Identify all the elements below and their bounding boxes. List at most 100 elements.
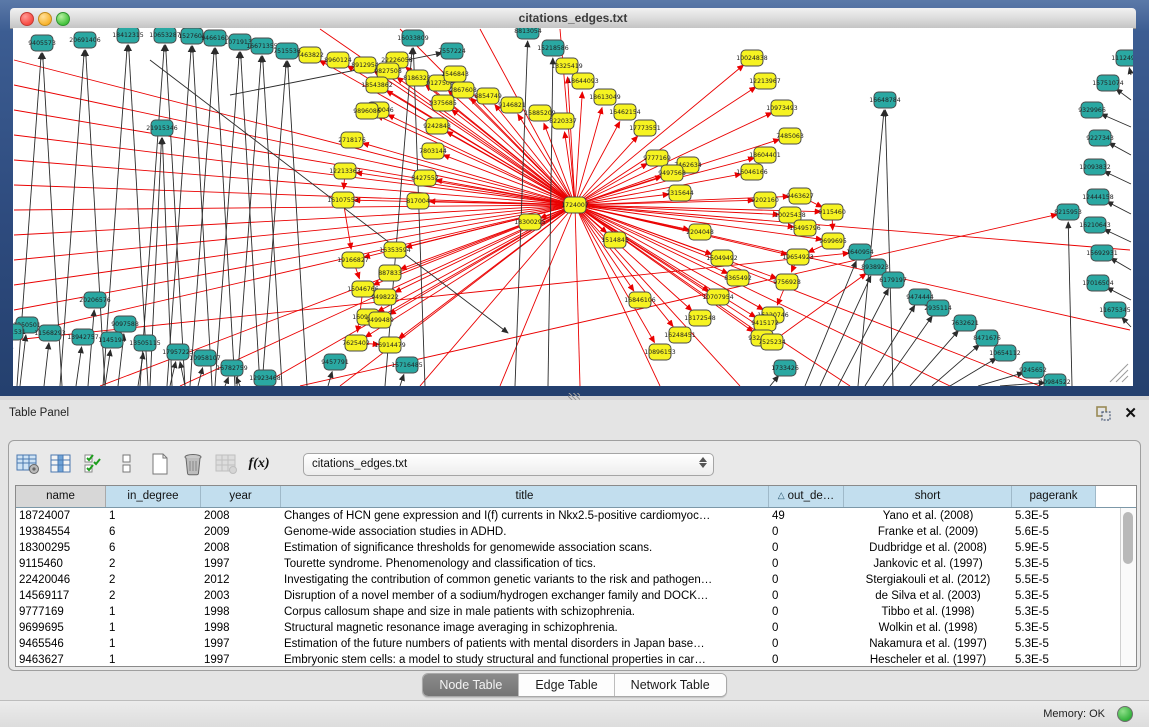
table-settings-icon[interactable] <box>15 451 41 477</box>
teal-node[interactable]: 18412315 <box>112 28 144 43</box>
black-edge[interactable] <box>1116 89 1131 100</box>
teal-node[interactable]: 8813054 <box>514 28 542 39</box>
tab-node-table[interactable]: Node Table <box>423 674 519 696</box>
black-edge[interactable] <box>385 48 412 386</box>
black-edge[interactable] <box>166 45 185 386</box>
black-edge[interactable] <box>167 46 191 386</box>
black-edge[interactable] <box>1068 222 1072 386</box>
teal-node[interactable]: 11675345 <box>1099 302 1131 318</box>
red-edge[interactable] <box>575 92 582 205</box>
unselect-all-icon[interactable] <box>114 451 140 477</box>
teal-node[interactable]: 16033809 <box>397 30 429 46</box>
teal-node[interactable]: 9457791 <box>321 354 349 370</box>
black-edge[interactable] <box>400 374 404 386</box>
yellow-node[interactable]: 18300295 <box>514 214 546 230</box>
yellow-node[interactable]: 2867608 <box>449 82 477 98</box>
yellow-node[interactable]: 9498222 <box>371 289 399 305</box>
column-header-out_de[interactable]: △out_de… <box>769 486 844 507</box>
yellow-node[interactable]: 2315644 <box>666 185 694 201</box>
yellow-node[interactable]: 9497568 <box>658 165 686 181</box>
teal-node[interactable]: 10984522 <box>1039 374 1071 386</box>
teal-node[interactable]: 10958107 <box>189 350 221 366</box>
black-edge[interactable] <box>241 52 260 386</box>
table-row[interactable]: 1872400712008Changes of HCN gene express… <box>16 508 1136 524</box>
column-header-short[interactable]: short <box>844 486 1012 507</box>
table-row[interactable]: 946554611997Estimation of the future num… <box>16 636 1136 652</box>
teal-node[interactable]: 9329966 <box>1078 102 1106 118</box>
yellow-node[interactable]: 12213363 <box>329 163 361 179</box>
function-builder-icon[interactable]: f(x) <box>246 451 272 477</box>
teal-node[interactable]: 10654112 <box>989 345 1021 361</box>
black-edge[interactable] <box>190 48 214 386</box>
table-row[interactable]: 977716911998Corpus callosum shape and si… <box>16 604 1136 620</box>
teal-node[interactable]: 9097588 <box>111 316 139 332</box>
teal-node[interactable]: 10653287 <box>149 28 181 43</box>
yellow-node[interactable]: 19166827 <box>337 252 369 268</box>
teal-node[interactable]: 12923468 <box>249 370 281 386</box>
black-edge[interactable] <box>910 331 958 386</box>
yellow-node[interactable]: 2718176 <box>338 132 366 148</box>
yellow-node[interactable]: 9242848 <box>423 118 451 134</box>
yellow-node[interactable]: 817004 <box>406 193 430 209</box>
yellow-node[interactable]: 9777169 <box>643 150 671 166</box>
select-all-icon[interactable] <box>81 451 107 477</box>
teal-node[interactable]: 9245652 <box>1019 362 1047 378</box>
yellow-node[interactable]: 13325419 <box>551 58 583 74</box>
yellow-node[interactable]: 7525234 <box>758 334 786 350</box>
yellow-node[interactable]: 16248451 <box>664 327 696 343</box>
table-row[interactable]: 946362711997Embryonic stem cells: a mode… <box>16 652 1136 667</box>
teal-node[interactable]: 20206576 <box>79 292 111 308</box>
black-edge[interactable] <box>76 347 82 386</box>
yellow-node[interactable]: 16495796 <box>789 220 821 236</box>
float-window-icon[interactable] <box>1096 406 1111 421</box>
yellow-node[interactable]: 8427552 <box>411 170 439 186</box>
show-columns-icon[interactable] <box>48 451 74 477</box>
yellow-node[interactable]: 9146821 <box>498 97 526 113</box>
red-edge[interactable] <box>568 77 575 205</box>
resize-grip-icon[interactable] <box>1116 370 1128 382</box>
black-edge[interactable] <box>44 343 49 386</box>
teal-node[interactable]: 15218586 <box>537 40 569 56</box>
yellow-node[interactable]: 15049492 <box>706 250 738 266</box>
teal-node[interactable]: 1145194 <box>98 332 126 348</box>
tab-network-table[interactable]: Network Table <box>615 674 726 696</box>
red-edge[interactable] <box>575 205 654 342</box>
black-edge[interactable] <box>105 350 110 386</box>
teal-node[interactable]: 21915346 <box>146 120 178 136</box>
tab-edge-table[interactable]: Edge Table <box>519 674 614 696</box>
black-edge[interactable] <box>1107 202 1131 214</box>
yellow-node[interactable]: 7803144 <box>419 143 447 159</box>
vertical-scrollbar[interactable] <box>1120 508 1136 666</box>
black-edge[interactable] <box>978 373 1023 386</box>
yellow-node[interactable]: 10024838 <box>736 50 768 66</box>
black-edge[interactable] <box>225 377 228 386</box>
teal-node[interactable]: 13505115 <box>129 335 161 351</box>
red-edge[interactable] <box>575 205 1130 330</box>
red-edge[interactable] <box>575 205 580 386</box>
black-edge[interactable] <box>1104 229 1131 242</box>
yellow-node[interactable]: 9756928 <box>773 274 801 290</box>
table-source-dropdown[interactable]: citations_edges.txt <box>303 453 714 476</box>
yellow-node[interactable]: 18604401 <box>749 147 781 163</box>
network-view-canvas[interactable]: 7463822896012489129542222605898275081854… <box>13 28 1133 386</box>
red-edge[interactable] <box>14 205 575 260</box>
black-edge[interactable] <box>1111 258 1131 270</box>
black-edge[interactable] <box>1129 68 1131 75</box>
black-edge[interactable] <box>932 345 979 386</box>
yellow-node[interactable]: 1546843 <box>441 66 469 82</box>
yellow-node[interactable]: 13172548 <box>684 310 716 326</box>
yellow-node[interactable]: 19654923 <box>782 249 814 265</box>
red-edge[interactable] <box>575 65 744 205</box>
teal-node[interactable]: 9405573 <box>28 35 56 51</box>
black-edge[interactable] <box>950 358 996 386</box>
teal-node[interactable]: 20691406 <box>69 32 101 48</box>
yellow-node[interactable]: 18644093 <box>567 73 599 89</box>
black-edge[interactable] <box>413 48 425 386</box>
black-edge[interactable] <box>770 376 779 386</box>
teal-node[interactable]: 11568293 <box>34 325 66 341</box>
yellow-node[interactable]: 9463627 <box>786 188 814 204</box>
yellow-node[interactable]: 7625402 <box>342 335 370 351</box>
new-document-icon[interactable] <box>147 451 173 477</box>
network-window-titlebar[interactable]: citations_edges.txt <box>10 8 1136 29</box>
teal-node[interactable]: 9227343 <box>1086 130 1114 146</box>
